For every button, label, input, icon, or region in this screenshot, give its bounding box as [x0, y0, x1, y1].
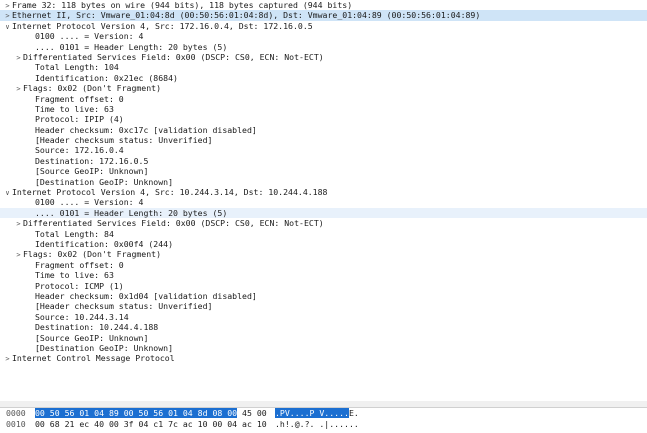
tree-row-label: [Header checksum status: Unverified] [35, 135, 213, 146]
tree-row-label: Total Length: 104 [35, 62, 119, 73]
tree-row[interactable]: Time to live: 63 [0, 104, 647, 114]
hex-offset: 0010 [6, 418, 26, 429]
tree-row[interactable]: 0100 .... = Version: 4 [0, 31, 647, 41]
tree-row-label: Source: 10.244.3.14 [35, 311, 129, 322]
hex-bytes-plain[interactable]: 45 00 [237, 408, 267, 418]
tree-row-label: Destination: 172.16.0.5 [35, 155, 149, 166]
tree-row[interactable]: Protocol: IPIP (4) [0, 114, 647, 124]
packet-details-window: > Frame 32: 118 bytes on wire (944 bits),… [0, 0, 647, 433]
tree-row-label: Internet Protocol Version 4, Src: 172.16… [12, 20, 313, 31]
tree-row-label: Internet Control Message Protocol [12, 353, 175, 364]
tree-row-label: Ethernet II, Src: Vmware_01:04:8d (00:50… [12, 10, 481, 21]
tree-row-label: Differentiated Services Field: 0x00 (DSC… [23, 218, 324, 229]
tree-row-label: Time to live: 63 [35, 270, 114, 281]
tree-row[interactable]: Identification: 0x00f4 (244) [0, 239, 647, 249]
pane-splitter[interactable] [0, 401, 647, 408]
tree-row[interactable]: [Source GeoIP: Unknown] [0, 333, 647, 343]
tree-row[interactable]: Time to live: 63 [0, 270, 647, 280]
tree-row-label: [Source GeoIP: Unknown] [35, 166, 149, 177]
tree-row-label: Flags: 0x02 (Don't Fragment) [23, 249, 162, 260]
hex-ascii-plain[interactable]: .h!.@.?. .|...... [275, 419, 359, 429]
hex-bytes-plain[interactable]: 00 68 21 ec 40 00 3f 04 c1 7c ac 10 00 0… [35, 419, 267, 429]
tree-row[interactable]: > Ethernet II, Src: Vmware_01:04:8d (00:5… [0, 10, 647, 21]
tree-row-label: .... 0101 = Header Length: 20 bytes (5) [35, 207, 228, 218]
tree-row[interactable]: Header checksum: 0x1d04 [validation disa… [0, 291, 647, 301]
tree-row[interactable]: Total Length: 104 [0, 62, 647, 72]
tree-row-label: 0100 .... = Version: 4 [35, 197, 144, 208]
tree-row-label: Differentiated Services Field: 0x00 (DSC… [23, 51, 324, 62]
tree-row-label: [Destination GeoIP: Unknown] [35, 342, 174, 353]
tree-row-label: Identification: 0x00f4 (244) [35, 238, 174, 249]
tree-row[interactable]: > Flags: 0x02 (Don't Fragment) [0, 249, 647, 259]
tree-row-label: Fragment offset: 0 [35, 93, 124, 104]
hex-row[interactable]: 0000 00 50 56 01 04 89 00 50 56 01 04 8d … [0, 408, 647, 419]
tree-row-label: Flags: 0x02 (Don't Fragment) [23, 83, 162, 94]
tree-row[interactable]: Destination: 10.244.4.188 [0, 322, 647, 332]
tree-row[interactable]: Destination: 172.16.0.5 [0, 156, 647, 166]
tree-row[interactable]: > Flags: 0x02 (Don't Fragment) [0, 83, 647, 93]
tree-row[interactable]: > Differentiated Services Field: 0x00 (DS… [0, 52, 647, 62]
tree-row-label: Frame 32: 118 bytes on wire (944 bits), … [12, 0, 353, 10]
packet-bytes-pane[interactable]: 0000 00 50 56 01 04 89 00 50 56 01 04 8d … [0, 408, 647, 433]
tree-row-label: [Destination GeoIP: Unknown] [35, 176, 174, 187]
hex-ascii[interactable]: .PV....P V.....E. [275, 408, 359, 419]
tree-row-label: Protocol: IPIP (4) [35, 114, 124, 125]
tree-row-label: Destination: 10.244.4.188 [35, 322, 159, 333]
tree-row[interactable]: ∨ Internet Protocol Version 4, Src: 172.1… [0, 21, 647, 31]
hex-offset: 0000 [6, 408, 26, 418]
tree-row[interactable]: Source: 10.244.3.14 [0, 312, 647, 322]
tree-row[interactable]: Fragment offset: 0 [0, 260, 647, 270]
tree-row[interactable]: > Internet Control Message Protocol [0, 353, 647, 363]
tree-row[interactable]: Protocol: ICMP (1) [0, 281, 647, 291]
tree-row-label: Identification: 0x21ec (8684) [35, 72, 178, 83]
tree-row-label: Time to live: 63 [35, 103, 114, 114]
packet-details-tree[interactable]: > Frame 32: 118 bytes on wire (944 bits),… [0, 0, 647, 402]
tree-row-label: .... 0101 = Header Length: 20 bytes (5) [35, 41, 228, 52]
tree-row[interactable]: Identification: 0x21ec (8684) [0, 73, 647, 83]
tree-row[interactable]: > Differentiated Services Field: 0x00 (DS… [0, 218, 647, 228]
tree-row[interactable]: Header checksum: 0xc17c [validation disa… [0, 125, 647, 135]
tree-row-label: [Source GeoIP: Unknown] [35, 332, 149, 343]
tree-row[interactable]: Fragment offset: 0 [0, 94, 647, 104]
tree-row-label: [Header checksum status: Unverified] [35, 301, 213, 312]
tree-row-label: Protocol: ICMP (1) [35, 280, 124, 291]
tree-row[interactable]: Total Length: 84 [0, 229, 647, 239]
tree-row[interactable]: ∨ Internet Protocol Version 4, Src: 10.24… [0, 187, 647, 197]
tree-row[interactable]: .... 0101 = Header Length: 20 bytes (5) [0, 207, 647, 219]
hex-ascii[interactable]: .h!.@.?. .|...... [275, 419, 359, 430]
tree-row[interactable]: [Header checksum status: Unverified] [0, 301, 647, 311]
hex-ascii-plain[interactable]: E. [349, 408, 359, 418]
tree-row-label: 0100 .... = Version: 4 [35, 31, 144, 42]
hex-bytes-highlighted[interactable]: 00 50 56 01 04 89 00 50 56 01 04 8d 08 0… [35, 408, 238, 418]
tree-row-label: Internet Protocol Version 4, Src: 10.244… [12, 187, 328, 198]
tree-row-label: Source: 172.16.0.4 [35, 145, 124, 156]
tree-row-label: Fragment offset: 0 [35, 259, 124, 270]
tree-row[interactable]: [Source GeoIP: Unknown] [0, 166, 647, 176]
tree-row[interactable]: > Frame 32: 118 bytes on wire (944 bits),… [0, 0, 647, 10]
tree-row[interactable]: Source: 172.16.0.4 [0, 145, 647, 155]
hex-ascii-highlighted[interactable]: .PV....P V..... [275, 408, 349, 418]
tree-row[interactable]: [Destination GeoIP: Unknown] [0, 343, 647, 353]
tree-row-label: Total Length: 84 [35, 228, 114, 239]
tree-row-label: Header checksum: 0xc17c [validation disa… [35, 124, 257, 135]
tree-row[interactable]: .... 0101 = Header Length: 20 bytes (5) [0, 42, 647, 52]
hex-bytes[interactable]: 00 68 21 ec 40 00 3f 04 c1 7c ac 10 00 0… [35, 419, 267, 430]
hex-bytes[interactable]: 00 50 56 01 04 89 00 50 56 01 04 8d 08 0… [35, 408, 267, 419]
collapsed-chevron-icon[interactable]: > [3, 354, 12, 364]
tree-row[interactable]: [Header checksum status: Unverified] [0, 135, 647, 145]
tree-row-label: Header checksum: 0x1d04 [validation disa… [35, 290, 257, 301]
hex-row[interactable]: 0010 00 68 21 ec 40 00 3f 04 c1 7c ac 10 … [0, 419, 647, 430]
tree-row[interactable]: [Destination GeoIP: Unknown] [0, 177, 647, 187]
tree-row[interactable]: 0100 .... = Version: 4 [0, 197, 647, 207]
